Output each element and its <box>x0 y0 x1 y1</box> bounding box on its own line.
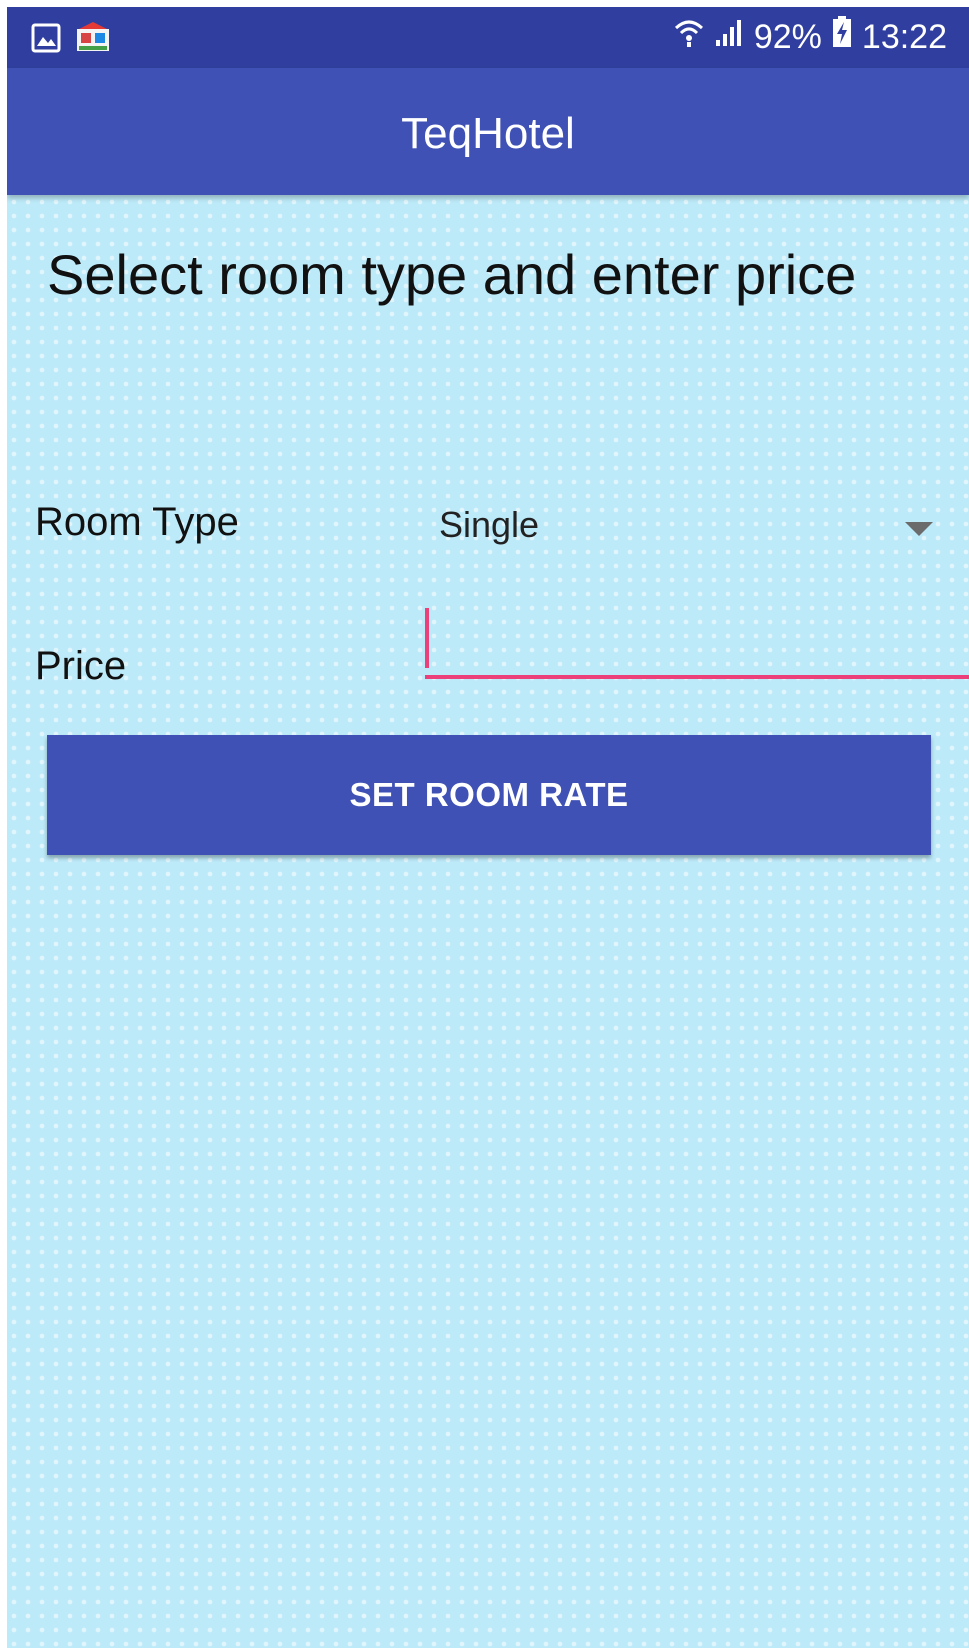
clock: 13:22 <box>861 18 947 56</box>
room-rate-form: Select room type and enter price Room Ty… <box>7 195 969 1648</box>
device-screen: 92% 13:22 TeqHotel Select room type and … <box>7 7 969 1648</box>
text-cursor <box>425 608 429 668</box>
app-notification-icon <box>75 21 111 60</box>
status-bar-left <box>31 21 111 60</box>
app-bar: TeqHotel <box>7 68 969 195</box>
signal-icon <box>714 15 744 59</box>
app-title: TeqHotel <box>401 109 575 158</box>
price-label: Price <box>35 644 127 688</box>
room-type-label: Room Type <box>35 500 239 544</box>
price-input[interactable] <box>425 603 969 679</box>
gallery-icon <box>31 23 61 58</box>
room-type-selected-value: Single <box>439 504 540 545</box>
wifi-icon <box>674 15 704 59</box>
page-heading: Select room type and enter price <box>47 243 857 306</box>
status-bar: 92% 13:22 <box>7 7 969 68</box>
status-bar-right: 92% 13:22 <box>674 15 947 59</box>
battery-charging-icon <box>832 15 852 59</box>
set-room-rate-button[interactable]: SET ROOM RATE <box>47 735 931 855</box>
dropdown-arrow-icon <box>905 522 933 541</box>
room-type-spinner[interactable]: Single <box>427 490 947 560</box>
battery-percent: 92% <box>753 18 822 56</box>
